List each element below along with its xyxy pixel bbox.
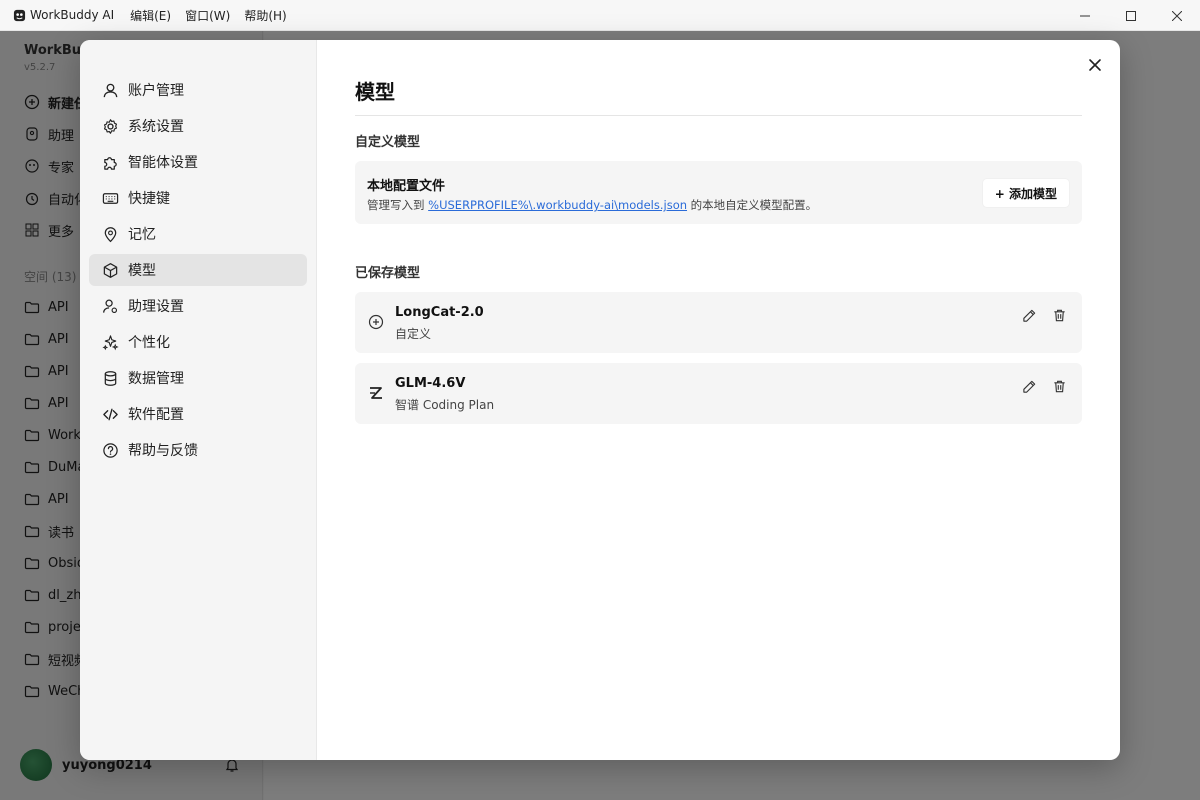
- close-window-button[interactable]: [1154, 0, 1200, 31]
- window-controls: [1062, 0, 1200, 31]
- minimize-button[interactable]: [1062, 0, 1108, 31]
- model-card: GLM-4.6V 智谱 Coding Plan: [355, 363, 1082, 424]
- help-icon: [101, 441, 119, 459]
- delete-model-button[interactable]: [1050, 377, 1068, 395]
- close-modal-button[interactable]: [1084, 54, 1106, 76]
- settings-modal: 账户管理 系统设置 智能体设置 快捷键 记忆 模型 助理设置 个性化 数据管理 软件配置 帮助与反馈…: [80, 40, 1120, 760]
- settings-nav-label: 软件配置: [128, 407, 184, 423]
- saved-models-heading: 已保存模型: [355, 266, 421, 281]
- menu-help[interactable]: 帮助(H): [244, 7, 286, 24]
- settings-nav-item-2[interactable]: 智能体设置: [89, 146, 307, 178]
- page-title: 模型: [355, 80, 395, 104]
- menu-edit[interactable]: 编辑(E): [130, 7, 171, 24]
- settings-nav-item-8[interactable]: 数据管理: [89, 362, 307, 394]
- model-name: GLM-4.6V: [395, 376, 466, 391]
- app-title: WorkBuddy AI: [30, 8, 115, 22]
- settings-nav-label: 账户管理: [128, 83, 184, 99]
- trash-icon: [1053, 309, 1065, 321]
- config-description: 管理写入到 %USERPROFILE%\.workbuddy-ai\models…: [367, 198, 818, 212]
- settings-nav-label: 模型: [128, 263, 156, 279]
- edit-model-button[interactable]: [1020, 377, 1038, 395]
- settings-nav-label: 数据管理: [128, 371, 184, 387]
- settings-nav-item-7[interactable]: 个性化: [89, 326, 307, 358]
- minimize-icon: [1080, 15, 1090, 16]
- config-path-link[interactable]: %USERPROFILE%\.workbuddy-ai\models.json: [428, 198, 687, 212]
- app-logo-icon: [12, 8, 26, 22]
- memory-icon: [101, 225, 119, 243]
- custom-models-heading: 自定义模型: [355, 135, 421, 150]
- user-gear-icon: [101, 297, 119, 315]
- settings-nav-label: 快捷键: [128, 191, 170, 207]
- config-title: 本地配置文件: [367, 179, 446, 194]
- settings-nav-item-6[interactable]: 助理设置: [89, 290, 307, 322]
- settings-nav-item-5[interactable]: 模型: [89, 254, 307, 286]
- user-icon: [101, 81, 119, 99]
- settings-nav-label: 智能体设置: [128, 155, 198, 171]
- add-model-button[interactable]: + 添加模型: [981, 178, 1070, 208]
- settings-nav-label: 帮助与反馈: [128, 443, 198, 459]
- database-icon: [101, 369, 119, 387]
- settings-nav-label: 个性化: [128, 335, 170, 351]
- keyboard-icon: [101, 189, 119, 207]
- settings-nav-label: 助理设置: [128, 299, 184, 315]
- maximize-button[interactable]: [1108, 0, 1154, 31]
- cube-icon: [101, 261, 119, 279]
- gear-icon: [101, 117, 119, 135]
- sparkle-icon: [101, 333, 119, 351]
- pencil-icon: [1022, 380, 1035, 393]
- close-window-icon: [1172, 10, 1182, 21]
- settings-nav-label: 系统设置: [128, 119, 184, 135]
- settings-nav-item-10[interactable]: 帮助与反馈: [89, 434, 307, 466]
- local-config-card: 本地配置文件 管理写入到 %USERPROFILE%\.workbuddy-ai…: [355, 161, 1082, 224]
- maximize-icon: [1126, 10, 1136, 21]
- settings-nav-item-4[interactable]: 记忆: [89, 218, 307, 250]
- zhipu-logo-icon: [367, 384, 385, 402]
- model-provider: 自定义: [395, 327, 432, 341]
- model-name: LongCat-2.0: [395, 305, 484, 320]
- settings-content: 模型 自定义模型 本地配置文件 管理写入到 %USERPROFILE%\.wor…: [318, 40, 1120, 760]
- settings-nav-item-9[interactable]: 软件配置: [89, 398, 307, 430]
- close-icon: [1089, 59, 1101, 71]
- title-divider: [355, 115, 1082, 116]
- puzzle-icon: [101, 153, 119, 171]
- settings-sidebar: 账户管理系统设置智能体设置快捷键记忆模型助理设置个性化数据管理软件配置帮助与反馈: [80, 40, 317, 760]
- settings-nav-label: 记忆: [128, 227, 156, 243]
- settings-nav-item-3[interactable]: 快捷键: [89, 182, 307, 214]
- code-icon: [101, 405, 119, 423]
- model-card: LongCat-2.0 自定义: [355, 292, 1082, 353]
- settings-nav-item-1[interactable]: 系统设置: [89, 110, 307, 142]
- plus-circle-icon: [367, 313, 385, 331]
- window-titlebar: WorkBuddy AI 编辑(E) 窗口(W) 帮助(H): [0, 0, 1200, 31]
- trash-icon: [1053, 380, 1065, 392]
- pencil-icon: [1022, 309, 1035, 322]
- model-provider: 智谱 Coding Plan: [395, 398, 495, 412]
- edit-model-button[interactable]: [1020, 306, 1038, 324]
- settings-nav-item-0[interactable]: 账户管理: [89, 74, 307, 106]
- delete-model-button[interactable]: [1050, 306, 1068, 324]
- menu-window[interactable]: 窗口(W): [185, 7, 230, 24]
